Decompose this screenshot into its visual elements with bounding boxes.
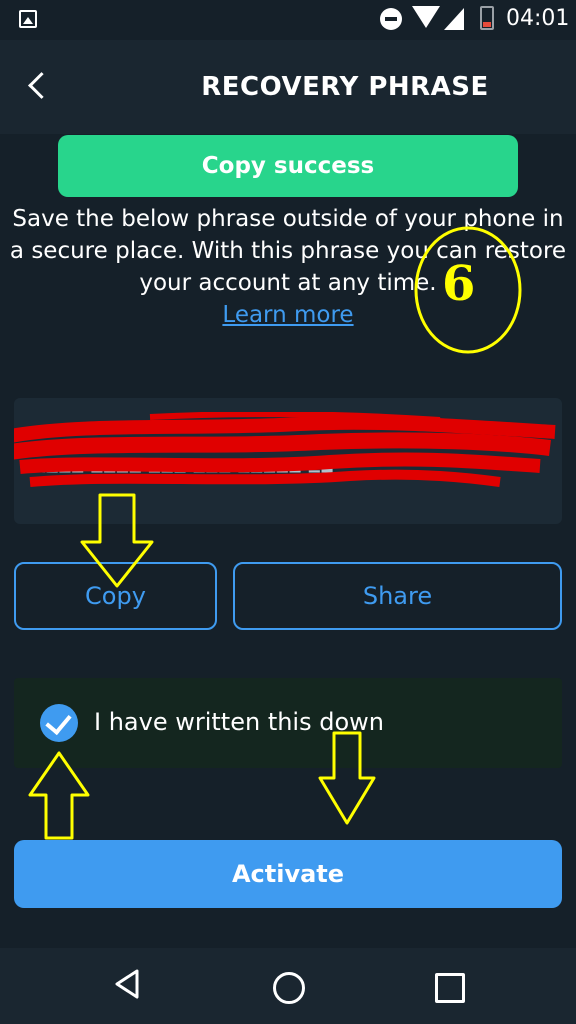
copy-success-toast: Copy success	[58, 135, 518, 197]
signal-icon	[444, 8, 464, 30]
instructions-text: Save the below phrase outside of your ph…	[9, 206, 567, 296]
do-not-disturb-icon	[380, 8, 402, 30]
back-button[interactable]	[20, 66, 60, 106]
confirmation-row[interactable]: I have written this down	[14, 678, 562, 768]
share-button[interactable]: Share	[233, 562, 562, 630]
wifi-icon	[412, 6, 440, 28]
redaction-scribble	[14, 412, 556, 487]
confirmation-label: I have written this down	[94, 708, 384, 736]
copy-button[interactable]: Copy	[14, 562, 217, 630]
status-time: 04:01	[506, 6, 570, 31]
nav-back-icon[interactable]	[112, 968, 142, 1000]
app-header: RECOVERY PHRASE	[0, 40, 576, 134]
checkbox-checked-icon[interactable]	[40, 704, 78, 742]
learn-more-link[interactable]: Learn more	[0, 302, 576, 328]
recovery-phrase-box: ▁▁▂ ▁▃▁▂ ▁▁▂▁ ▂▁▁▃▁ ▁▂▁ ▁▂▂▁ ▁▁▃▁ ▁▂▁▁ ▁▃…	[14, 398, 562, 524]
nav-recents-icon[interactable]	[435, 973, 465, 1003]
page-title: RECOVERY PHRASE	[201, 72, 489, 102]
battery-icon	[480, 6, 494, 30]
status-bar: 04:01	[0, 0, 576, 40]
activate-button[interactable]: Activate	[14, 840, 562, 908]
nav-home-icon[interactable]	[273, 972, 305, 1004]
image-icon	[19, 10, 37, 28]
